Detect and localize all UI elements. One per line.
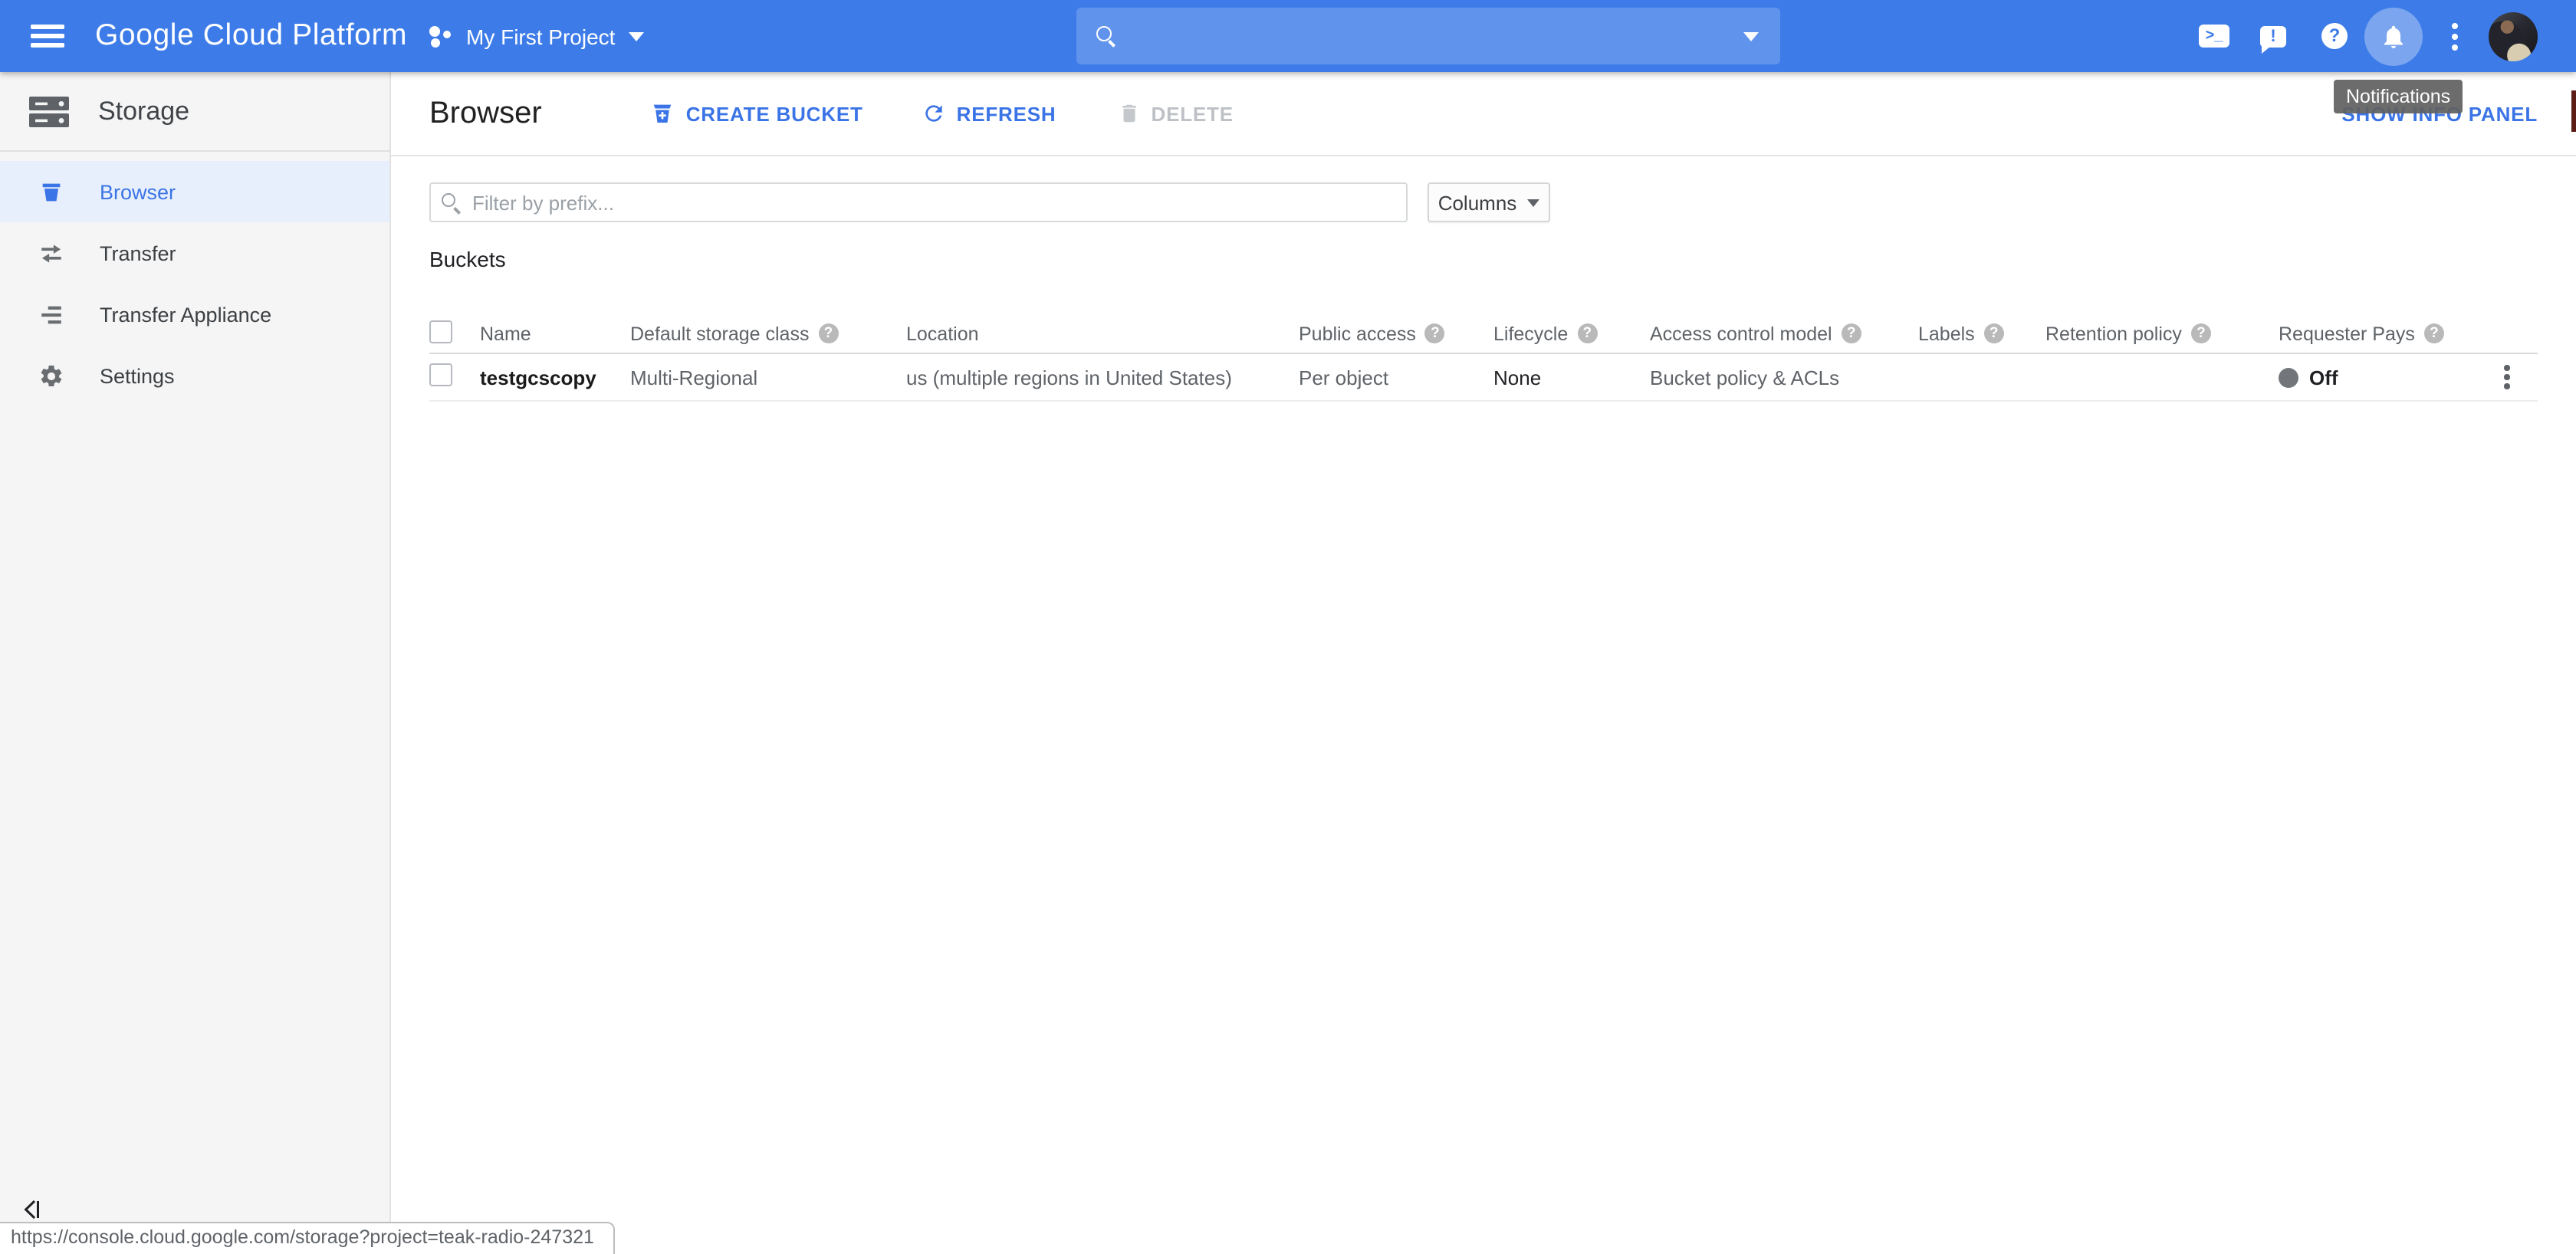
chevron-down-icon bbox=[1527, 199, 1539, 206]
sidebar-item-label: Browser bbox=[100, 180, 176, 203]
column-header: Labels bbox=[1918, 323, 1975, 344]
notifications-button[interactable] bbox=[2364, 0, 2423, 72]
sidebar-item-label: Settings bbox=[100, 364, 175, 387]
sidebar-item-label: Transfer Appliance bbox=[100, 303, 271, 326]
notifications-tooltip: Notifications bbox=[2334, 80, 2463, 113]
help-button[interactable]: ? bbox=[2321, 0, 2348, 72]
storage-product-icon bbox=[26, 93, 72, 130]
bucket-name-cell[interactable]: testgcscopy bbox=[480, 366, 630, 389]
create-bucket-label: CREATE BUCKET bbox=[686, 102, 863, 125]
help-icon[interactable] bbox=[1984, 323, 2004, 343]
main-content: Browser CREATE BUCKET REFRESH DELETE bbox=[391, 72, 2576, 1254]
bucket-icon bbox=[38, 179, 64, 205]
sidebar-item-transfer-appliance[interactable]: Transfer Appliance bbox=[0, 284, 389, 345]
refresh-icon bbox=[922, 101, 946, 126]
create-bucket-button[interactable]: CREATE BUCKET bbox=[651, 101, 863, 126]
sidebar-item-settings[interactable]: Settings bbox=[0, 345, 389, 406]
page-title: Browser bbox=[429, 96, 542, 131]
feedback-icon: ! bbox=[2260, 25, 2286, 47]
more-options-button[interactable] bbox=[2452, 0, 2458, 72]
help-icon[interactable] bbox=[818, 323, 838, 343]
menu-icon[interactable] bbox=[31, 25, 64, 48]
search-input[interactable] bbox=[1129, 13, 1731, 59]
help-icon[interactable] bbox=[1577, 323, 1597, 343]
search-dropdown-icon[interactable] bbox=[1743, 31, 1759, 41]
cloud-shell-button[interactable]: >_ bbox=[2197, 0, 2231, 72]
refresh-button[interactable]: REFRESH bbox=[922, 101, 1056, 126]
chevron-down-icon bbox=[629, 31, 644, 41]
delete-button[interactable]: DELETE bbox=[1118, 101, 1234, 126]
column-header: Location bbox=[906, 323, 979, 344]
avatar bbox=[2489, 11, 2538, 61]
location-cell: us (multiple regions in United States) bbox=[906, 366, 1299, 389]
collapse-nav-icon[interactable] bbox=[20, 1199, 41, 1220]
sidebar-item-browser[interactable]: Browser bbox=[0, 161, 389, 222]
help-icon[interactable] bbox=[2424, 323, 2444, 343]
buckets-table: Name Default storage class Location Publ… bbox=[429, 314, 2538, 402]
requester-pays-cell: Off bbox=[2279, 366, 2499, 389]
sidebar-nav: Browser Transfer Transfer Appliance bbox=[0, 161, 389, 406]
public-access-cell: Per object bbox=[1299, 366, 1493, 389]
feedback-button[interactable]: ! bbox=[2260, 0, 2286, 72]
filter-input[interactable] bbox=[429, 182, 1408, 222]
help-icon[interactable] bbox=[2191, 323, 2211, 343]
filter-field bbox=[429, 182, 1408, 222]
gcp-console: Google Cloud Platform My First Project >… bbox=[0, 0, 2576, 1254]
sidebar-item-transfer[interactable]: Transfer bbox=[0, 222, 389, 284]
filter-search-icon bbox=[442, 193, 460, 212]
lifecycle-cell: None bbox=[1493, 366, 1650, 389]
action-bar: Browser CREATE BUCKET REFRESH DELETE bbox=[391, 72, 2576, 156]
sidebar-item-label: Transfer bbox=[100, 241, 176, 264]
appliance-list-icon bbox=[38, 301, 64, 327]
account-button[interactable] bbox=[2489, 0, 2538, 72]
column-header: Default storage class bbox=[630, 323, 809, 344]
row-menu-kebab-icon[interactable] bbox=[2504, 365, 2510, 389]
sidebar: Storage Browser Transfer bbox=[0, 72, 391, 1254]
delete-label: DELETE bbox=[1152, 102, 1234, 125]
column-header: Public access bbox=[1299, 323, 1416, 344]
create-bucket-icon bbox=[651, 101, 675, 126]
bell-hover-circle bbox=[2364, 7, 2423, 65]
project-icon bbox=[429, 25, 452, 48]
browser-status-url: https://console.cloud.google.com/storage… bbox=[0, 1222, 615, 1254]
screen-edge-artifact bbox=[2571, 90, 2576, 132]
question-icon: ? bbox=[2321, 23, 2348, 49]
bell-icon bbox=[2380, 22, 2407, 50]
column-header: Requester Pays bbox=[2279, 323, 2415, 344]
columns-button[interactable]: Columns bbox=[1428, 182, 1550, 222]
column-header: Lifecycle bbox=[1493, 323, 1568, 344]
row-checkbox[interactable] bbox=[429, 363, 452, 386]
column-header: Retention policy bbox=[2045, 323, 2182, 344]
terminal-icon: >_ bbox=[2199, 25, 2229, 48]
table-header-row: Name Default storage class Location Publ… bbox=[429, 314, 2538, 354]
project-name: My First Project bbox=[466, 24, 615, 48]
refresh-label: REFRESH bbox=[957, 102, 1056, 125]
status-dot-icon bbox=[2279, 367, 2298, 387]
access-control-cell: Bucket policy & ACLs bbox=[1650, 366, 1918, 389]
columns-label: Columns bbox=[1438, 191, 1517, 214]
storage-class-cell: Multi-Regional bbox=[630, 366, 906, 389]
sidebar-header: Storage bbox=[0, 72, 389, 152]
help-icon[interactable] bbox=[1425, 323, 1445, 343]
help-icon[interactable] bbox=[1842, 323, 1861, 343]
filter-toolbar: Columns bbox=[429, 182, 2538, 222]
buckets-section-label: Buckets bbox=[429, 247, 2538, 271]
kebab-icon bbox=[2452, 22, 2458, 50]
transfer-arrows-icon bbox=[38, 240, 64, 266]
trash-icon bbox=[1118, 101, 1141, 126]
select-all-checkbox[interactable] bbox=[429, 320, 452, 343]
column-header: Access control model bbox=[1650, 323, 1832, 344]
table-row: testgcscopy Multi-Regional us (multiple … bbox=[429, 354, 2538, 402]
search-icon bbox=[1096, 26, 1116, 46]
project-selector[interactable]: My First Project bbox=[429, 0, 644, 72]
sidebar-title: Storage bbox=[98, 96, 189, 126]
column-header: Name bbox=[480, 323, 531, 344]
requester-pays-value: Off bbox=[2309, 366, 2338, 389]
global-search-bar[interactable] bbox=[1076, 8, 1780, 64]
product-logo: Google Cloud Platform bbox=[95, 0, 407, 72]
top-nav-bar: Google Cloud Platform My First Project >… bbox=[0, 0, 2576, 72]
gear-icon bbox=[38, 363, 64, 389]
